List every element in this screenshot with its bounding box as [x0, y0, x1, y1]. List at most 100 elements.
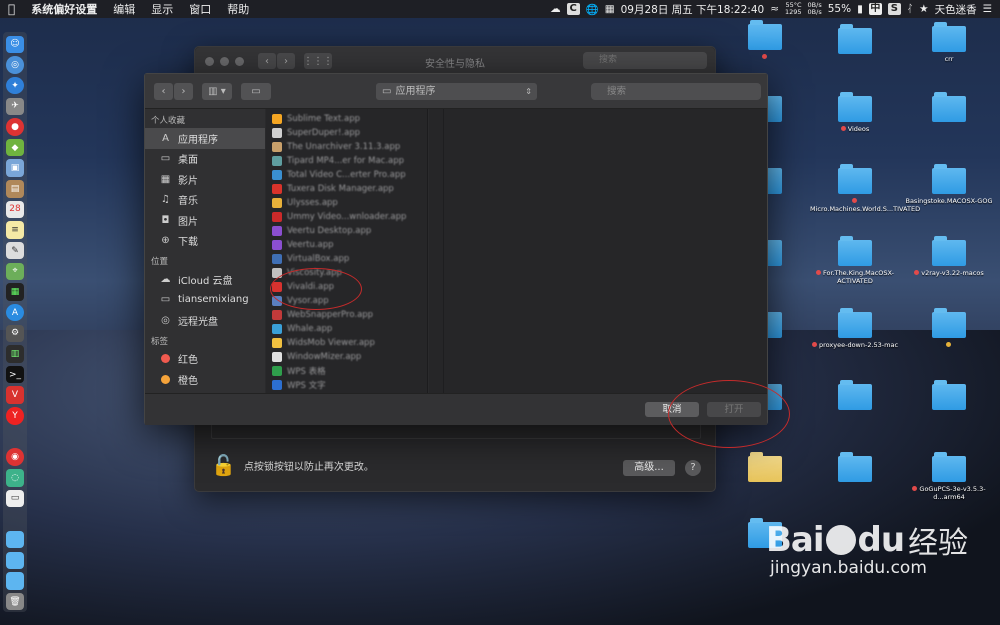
- file-row[interactable]: Whale.app: [266, 322, 427, 336]
- app-red-icon[interactable]: ●: [6, 118, 24, 136]
- s-app-icon[interactable]: S: [887, 3, 901, 15]
- safari-icon[interactable]: ◎: [6, 56, 24, 74]
- maps-icon[interactable]: ⌖: [6, 262, 24, 281]
- control-center-icon[interactable]: ☰: [983, 3, 992, 15]
- textedit-icon[interactable]: ✎: [6, 242, 24, 260]
- folder-dock-icon-2[interactable]: [6, 551, 24, 570]
- desktop-folder[interactable]: [904, 308, 994, 349]
- dialog-forward-button[interactable]: ›: [174, 82, 193, 100]
- lock-icon[interactable]: 🔓: [211, 453, 236, 477]
- calendar-icon[interactable]: ▦: [605, 3, 615, 15]
- sidebar-item-applications[interactable]: A 应用程序: [145, 128, 265, 149]
- desktop-folder[interactable]: Micro.Machines.World.S...TIVATED: [810, 164, 920, 213]
- green-app-icon[interactable]: ◌: [6, 469, 24, 487]
- android-icon[interactable]: ◆: [6, 138, 24, 157]
- sidebar-item-remote-disc[interactable]: ◎ 远程光盘: [145, 310, 265, 331]
- file-row[interactable]: Ulysses.app: [266, 196, 427, 210]
- desktop-folder[interactable]: [810, 452, 900, 482]
- trash-icon[interactable]: 🗑: [6, 592, 24, 611]
- sidebar-item-icloud[interactable]: ☁ iCloud 云盘: [145, 269, 265, 290]
- desktop-folder[interactable]: Videos: [810, 92, 900, 133]
- star-icon[interactable]: ★: [919, 3, 928, 15]
- sidebar-tag-orange[interactable]: 橙色: [145, 369, 265, 390]
- file-row[interactable]: Veertu Desktop.app: [266, 224, 427, 238]
- battery-percent[interactable]: 55%: [828, 3, 851, 15]
- sidebar-item-music[interactable]: ♫ 音乐: [145, 190, 265, 211]
- file-row[interactable]: SuperDuper!.app: [266, 126, 427, 140]
- c-app-icon[interactable]: C: [566, 3, 580, 15]
- document-icon[interactable]: ▭: [6, 489, 24, 508]
- sensor-readout[interactable]: 55°C 1295: [785, 2, 802, 16]
- file-row[interactable]: WPS 文字: [266, 378, 427, 392]
- desktop-folder[interactable]: [720, 452, 810, 482]
- appstore-dock-icon[interactable]: ✦: [6, 76, 24, 95]
- system-prefs-icon[interactable]: ⚙: [6, 324, 24, 343]
- network-readout[interactable]: 0B/s 0B/s: [808, 2, 822, 16]
- help-button[interactable]: ?: [685, 460, 701, 476]
- cloud-icon[interactable]: ☁: [550, 3, 561, 15]
- file-row[interactable]: WPS 表格: [266, 364, 427, 378]
- file-row[interactable]: The Unarchiver 3.11.3.app: [266, 140, 427, 154]
- new-folder-button[interactable]: ▭: [241, 82, 271, 100]
- folder-dock-icon-3[interactable]: [6, 572, 24, 590]
- file-row[interactable]: WindowMizer.app: [266, 350, 427, 364]
- file-row[interactable]: WidsMob Viewer.app: [266, 336, 427, 350]
- location-popup[interactable]: ▭ 应用程序 ⇕: [376, 83, 537, 100]
- menu-edit[interactable]: 编辑: [105, 1, 143, 17]
- notes-icon[interactable]: ≡: [6, 221, 24, 239]
- menu-user-name[interactable]: 天色迷香: [935, 2, 977, 17]
- file-row[interactable]: Ummy Video...wnloader.app: [266, 210, 427, 224]
- finder-icon[interactable]: ☺: [6, 35, 24, 54]
- sidebar-item-desktop[interactable]: ▭ 桌面: [145, 149, 265, 170]
- file-row[interactable]: VirtualBox.app: [266, 252, 427, 266]
- desktop-folder[interactable]: v2ray-v3.22-macos: [904, 236, 994, 277]
- calendar-dock-icon[interactable]: 28: [6, 200, 24, 219]
- menu-window[interactable]: 窗口: [181, 1, 219, 17]
- terminal-icon[interactable]: >_: [6, 365, 24, 384]
- advanced-button[interactable]: 高级...: [623, 460, 675, 476]
- desktop-folder[interactable]: [810, 24, 900, 54]
- vivaldi-icon[interactable]: V: [6, 386, 24, 404]
- globe-icon[interactable]: 🌐: [586, 3, 599, 16]
- desktop-folder[interactable]: [904, 92, 994, 122]
- file-row[interactable]: Tuxera Disk Manager.app: [266, 182, 427, 196]
- preview-icon[interactable]: ▣: [6, 159, 24, 177]
- desktop-folder[interactable]: [904, 380, 994, 410]
- bluetooth-icon[interactable]: ᛮ: [907, 3, 913, 15]
- desktop-folder[interactable]: For.The.King.MacOSX-ACTIVATED: [810, 236, 900, 285]
- desktop-folder[interactable]: [720, 20, 810, 61]
- desktop-folder[interactable]: crr: [904, 22, 994, 63]
- sidebar-item-downloads[interactable]: ⊕ 下载: [145, 231, 265, 252]
- monitor-icon[interactable]: ▥: [6, 345, 24, 363]
- dialog-back-button[interactable]: ‹: [154, 82, 173, 100]
- menu-datetime[interactable]: 09月28日 周五 下午18:22:40: [621, 2, 765, 17]
- file-row[interactable]: Total Video C...erter Pro.app: [266, 168, 427, 182]
- apple-logo-icon[interactable]: : [0, 2, 23, 16]
- file-row[interactable]: Veertu.app: [266, 238, 427, 252]
- sidebar-item-movies[interactable]: ▦ 影片: [145, 169, 265, 190]
- sidebar-item-computer[interactable]: ▭ tiansemixiang: [145, 290, 265, 311]
- file-row[interactable]: Tipard MP4...er for Mac.app: [266, 154, 427, 168]
- file-row[interactable]: WebSnapperPro.app: [266, 308, 427, 322]
- menu-view[interactable]: 显示: [143, 1, 181, 17]
- yandex-icon[interactable]: Y: [6, 407, 24, 425]
- sidebar-tag-red[interactable]: 红色: [145, 349, 265, 370]
- view-mode-button[interactable]: ▥ ▾: [202, 82, 232, 100]
- prefs-search-input[interactable]: 搜索: [583, 52, 707, 69]
- wifi-icon[interactable]: ≈: [770, 3, 779, 15]
- desktop-folder[interactable]: [810, 380, 900, 410]
- desktop-folder[interactable]: Basingstoke.MACOSX-GOG: [904, 164, 994, 205]
- desktop-folder[interactable]: GoGuPCS-3e-v3.5.3-d...arm64: [904, 452, 994, 501]
- dialog-search-input[interactable]: 搜索: [591, 83, 761, 100]
- file-row[interactable]: Sublime Text.app: [266, 112, 427, 126]
- sidebar-item-pictures[interactable]: ◘ 图片: [145, 210, 265, 231]
- notes-brown-icon[interactable]: ▤: [6, 180, 24, 198]
- desktop-folder[interactable]: proxyee-down-2.53-mac: [810, 308, 900, 349]
- input-method[interactable]: 中: [868, 3, 882, 15]
- menu-app-name[interactable]: 系统偏好设置: [23, 1, 105, 17]
- appstore-icon[interactable]: A: [6, 303, 24, 322]
- menu-help[interactable]: 帮助: [219, 1, 257, 17]
- netease-music-icon[interactable]: ◉: [6, 448, 24, 466]
- folder-dock-icon-1[interactable]: [6, 530, 24, 549]
- launchpad-icon[interactable]: ✈: [6, 97, 24, 115]
